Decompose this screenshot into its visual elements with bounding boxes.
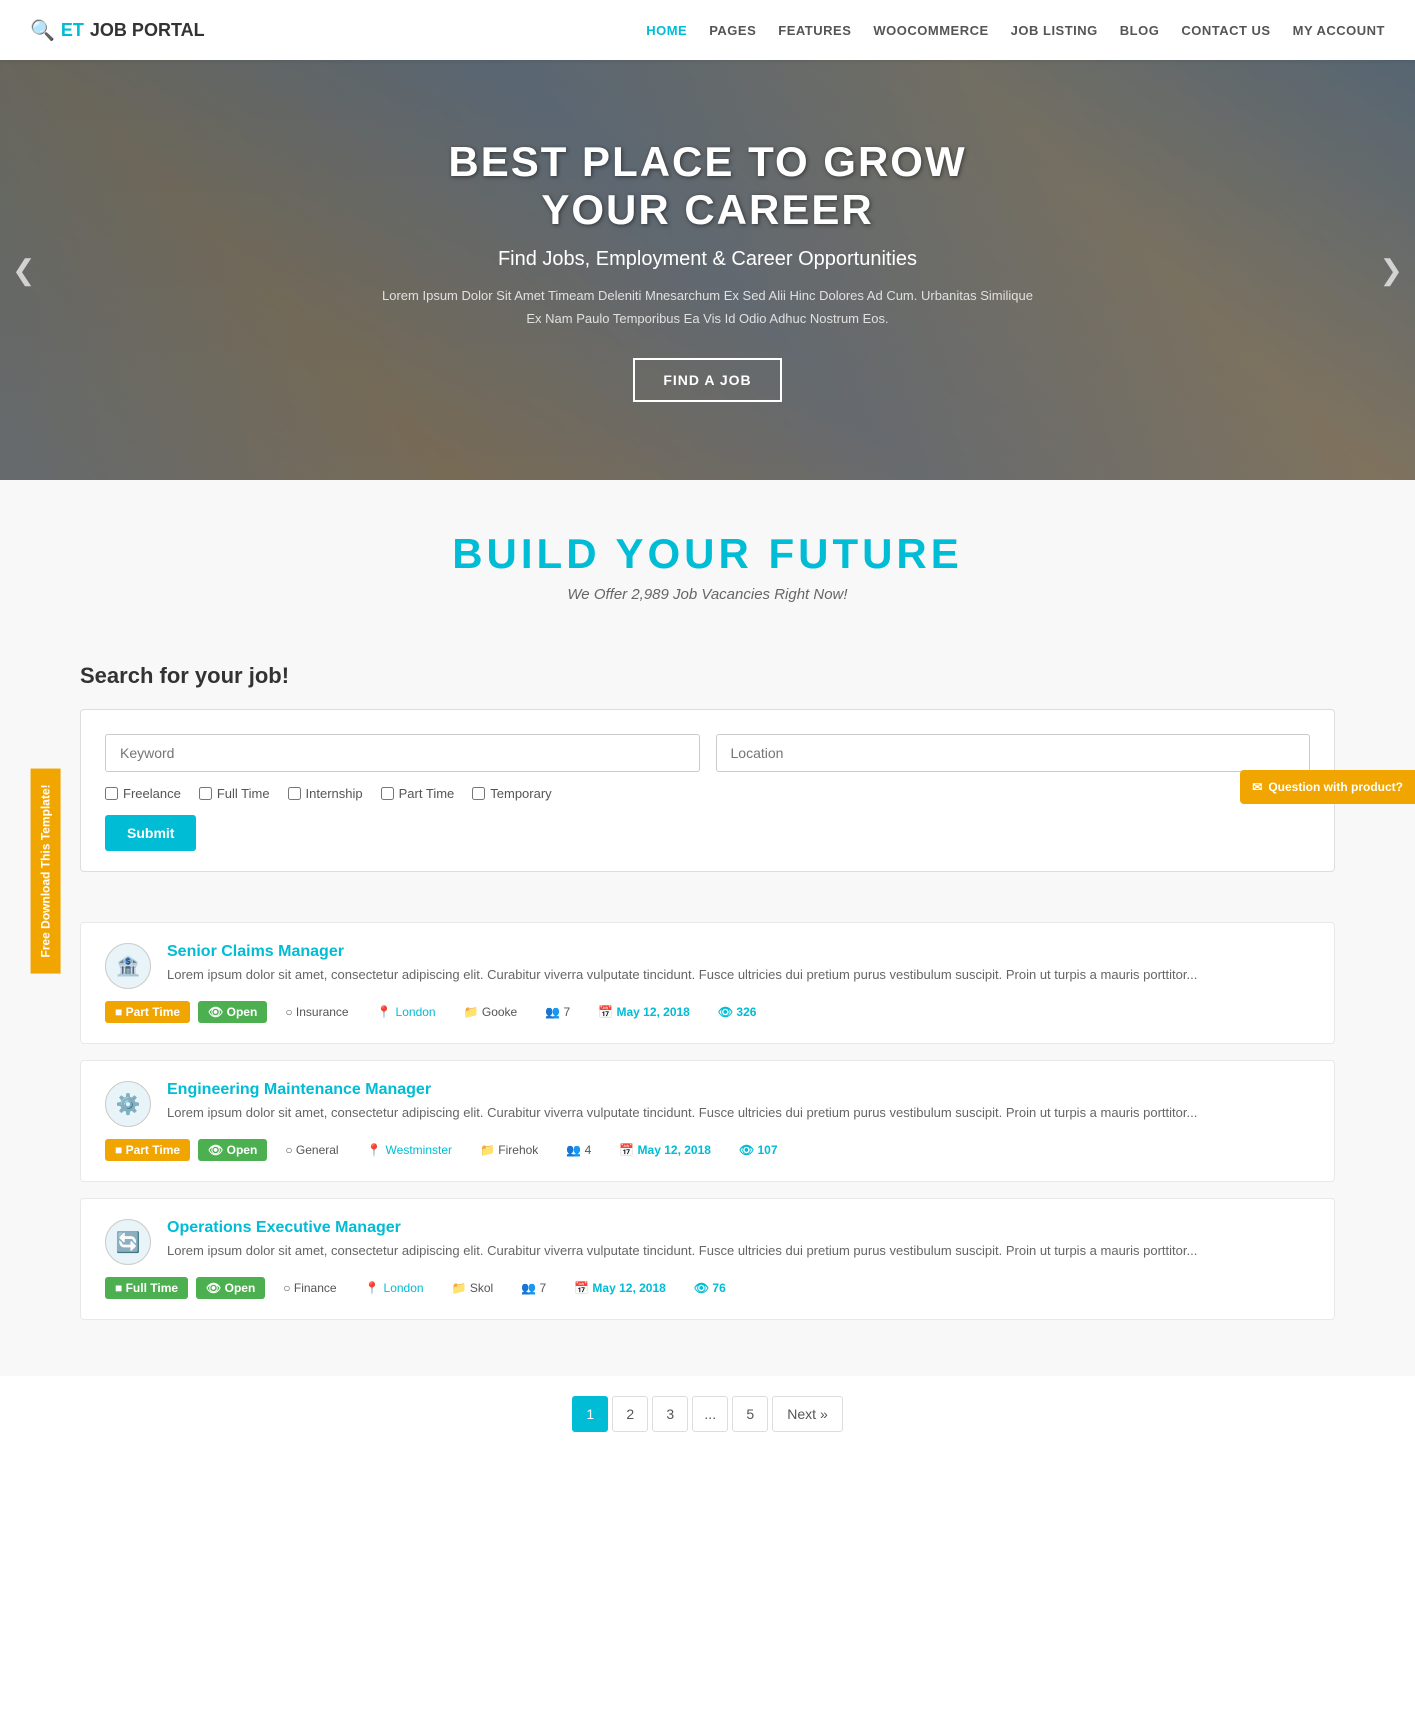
job-info: Senior Claims Manager Lorem ipsum dolor … [167,943,1197,986]
job-description: Lorem ipsum dolor sit amet, consectetur … [167,1103,1197,1124]
hero-prev-arrow[interactable]: ❮ [12,254,35,287]
build-subtitle: We Offer 2,989 Job Vacancies Right Now! [20,586,1395,603]
nav-link-contact-us[interactable]: CONTACT US [1181,23,1270,38]
filter-temporary[interactable]: Temporary [472,786,551,801]
filter-parttime[interactable]: Part Time [381,786,455,801]
nav-link-home[interactable]: HOME [646,23,687,38]
nav-link-job-listing[interactable]: JOB LISTING [1011,23,1098,38]
nav-link-pages[interactable]: PAGES [709,23,756,38]
page-btn-2[interactable]: 2 [612,1396,648,1432]
logo-text: JOB PORTAL [90,20,205,41]
job-type-tag: ■ Part Time [105,1001,190,1023]
job-logo: 🔄 [105,1219,151,1265]
page-btn-3[interactable]: 3 [652,1396,688,1432]
job-location-tag: 📍 London [355,1277,434,1299]
location-input[interactable] [716,734,1311,772]
job-views-tag: 👁 76 [684,1277,736,1299]
navbar: 🔍 ET JOB PORTAL HOME PAGES FEATURES WOOCOMM… [0,0,1415,60]
filter-freelance[interactable]: Freelance [105,786,181,801]
job-info: Operations Executive Manager Lorem ipsum… [167,1219,1197,1262]
job-status-tag: 👁 Open [196,1277,265,1299]
job-category-tag: ○ Insurance [275,1001,358,1023]
job-title[interactable]: Senior Claims Manager [167,943,1197,961]
job-date-tag: 📅 May 12, 2018 [609,1139,721,1161]
job-card-3: 🔄 Operations Executive Manager Lorem ips… [80,1198,1335,1320]
search-box: Freelance Full Time Internship Part Time Tem… [80,709,1335,872]
job-card-2: ⚙️ Engineering Maintenance Manager Lorem… [80,1060,1335,1182]
pagination: 123...5Next » [0,1376,1415,1472]
submit-button[interactable]: Submit [105,815,196,851]
pagination-next-button[interactable]: Next » [772,1396,842,1432]
job-type-tag: ■ Part Time [105,1139,190,1161]
job-logo: ⚙️ [105,1081,151,1127]
filter-internship[interactable]: Internship [288,786,363,801]
question-label: Question with product? [1268,780,1403,794]
search-heading: Search for your job! [80,663,1335,689]
job-header: 🔄 Operations Executive Manager Lorem ips… [105,1219,1310,1265]
page-btn-5[interactable]: 5 [732,1396,768,1432]
job-title[interactable]: Engineering Maintenance Manager [167,1081,1197,1099]
nav-link-my-account[interactable]: MY ACCOUNT [1293,23,1385,38]
job-applicants-tag: 👥 7 [511,1277,556,1299]
job-header: 🏦 Senior Claims Manager Lorem ipsum dolo… [105,943,1310,989]
free-download-bar[interactable]: Free Download This Template! [31,768,61,973]
nav-link-blog[interactable]: BLOG [1120,23,1160,38]
build-section: BUILD YOUR FUTURE We Offer 2,989 Job Vac… [0,480,1415,633]
nav-link-woocommerce[interactable]: WOOCOMMERCE [873,23,988,38]
job-description: Lorem ipsum dolor sit amet, consectetur … [167,1241,1197,1262]
jobs-section: 🏦 Senior Claims Manager Lorem ipsum dolo… [0,912,1415,1376]
job-info: Engineering Maintenance Manager Lorem ip… [167,1081,1197,1124]
filter-fulltime[interactable]: Full Time [199,786,270,801]
filter-checkboxes: Freelance Full Time Internship Part Time Tem… [105,786,1310,801]
job-views-tag: 👁 326 [708,1001,767,1023]
search-inputs-row [105,734,1310,772]
hero-subtitle: Find Jobs, Employment & Career Opportuni… [378,248,1038,271]
job-location-tag: 📍 Westminster [357,1139,462,1161]
nav-links: HOME PAGES FEATURES WOOCOMMERCE JOB LISTING B… [646,22,1385,38]
job-applicants-tag: 👥 4 [556,1139,601,1161]
nav-link-features[interactable]: FEATURES [778,23,851,38]
page-btn-...[interactable]: ... [692,1396,728,1432]
job-applicants-tag: 👥 7 [535,1001,580,1023]
job-card-1: 🏦 Senior Claims Manager Lorem ipsum dolo… [80,922,1335,1044]
page-btn-1[interactable]: 1 [572,1396,608,1432]
build-title: BUILD YOUR FUTURE [20,530,1395,578]
job-date-tag: 📅 May 12, 2018 [588,1001,700,1023]
job-description: Lorem ipsum dolor sit amet, consectetur … [167,965,1197,986]
job-title[interactable]: Operations Executive Manager [167,1219,1197,1237]
job-logo: 🏦 [105,943,151,989]
hero-content: BEST PLACE TO GROW YOUR CAREER Find Jobs… [358,118,1058,421]
job-company-tag: 📁 Gooke [454,1001,528,1023]
job-company-tag: 📁 Firehok [470,1139,548,1161]
logo-et: ET [61,20,84,41]
job-tags: ■ Part Time 👁 Open ○ Insurance 📍 London … [105,1001,1310,1023]
job-tags: ■ Part Time 👁 Open ○ General 📍 Westminst… [105,1139,1310,1161]
job-type-tag: ■ Full Time [105,1277,188,1299]
job-date-tag: 📅 May 12, 2018 [564,1277,676,1299]
hero-title: BEST PLACE TO GROW YOUR CAREER [378,138,1038,234]
hero-next-arrow[interactable]: ❯ [1380,254,1403,287]
job-company-tag: 📁 Skol [442,1277,504,1299]
logo-icon: 🔍 [30,18,55,43]
job-location-tag: 📍 London [367,1001,446,1023]
job-category-tag: ○ General [275,1139,348,1161]
mail-icon: ✉ [1252,780,1262,794]
job-tags: ■ Full Time 👁 Open ○ Finance 📍 London 📁 … [105,1277,1310,1299]
job-views-tag: 👁 107 [729,1139,788,1161]
search-section: Search for your job! Freelance Full Time I… [0,633,1415,912]
question-product-bar[interactable]: ✉ Question with product? [1240,770,1415,804]
job-status-tag: 👁 Open [198,1139,267,1161]
logo[interactable]: 🔍 ET JOB PORTAL [30,18,205,43]
hero-description: Lorem Ipsum Dolor Sit Amet Timeam Deleni… [378,285,1038,329]
job-category-tag: ○ Finance [273,1277,346,1299]
keyword-input[interactable] [105,734,700,772]
job-status-tag: 👁 Open [198,1001,267,1023]
hero-section: ❮ BEST PLACE TO GROW YOUR CAREER Find Jo… [0,60,1415,480]
job-header: ⚙️ Engineering Maintenance Manager Lorem… [105,1081,1310,1127]
find-job-button[interactable]: FIND A JOB [633,358,781,402]
